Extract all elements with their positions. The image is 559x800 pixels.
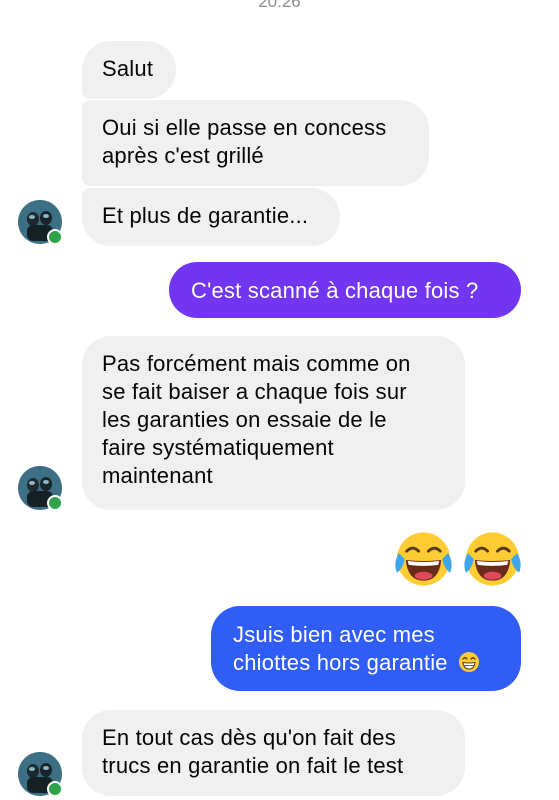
incoming-message-bubble[interactable]: Salut bbox=[82, 41, 176, 99]
contact-avatar[interactable] bbox=[18, 752, 63, 797]
online-presence-dot bbox=[47, 229, 63, 245]
incoming-message-bubble[interactable]: Et plus de garantie... bbox=[82, 188, 340, 246]
online-presence-dot bbox=[47, 781, 63, 797]
incoming-message-bubble[interactable]: Pas forcément mais comme on se fait bais… bbox=[82, 336, 465, 510]
message-text: C'est scanné à chaque fois ? bbox=[191, 278, 479, 303]
outgoing-message-bubble[interactable]: Jsuis bien avec mes chiottes hors garant… bbox=[211, 606, 521, 691]
contact-avatar[interactable] bbox=[18, 200, 63, 245]
face-with-tears-of-joy-icon bbox=[395, 532, 452, 586]
chat-screen: 20:26 Salut Oui si elle passe en concess… bbox=[0, 0, 559, 800]
incoming-message-bubble[interactable]: Oui si elle passe en concess après c'est… bbox=[82, 100, 429, 186]
outgoing-emoji-message[interactable] bbox=[393, 529, 523, 589]
face-with-tears-of-joy-icon bbox=[464, 532, 521, 586]
message-timestamp: 20:26 bbox=[258, 0, 301, 11]
message-text: Et plus de garantie... bbox=[102, 203, 309, 228]
incoming-message-bubble[interactable]: En tout cas dès qu'on fait des trucs en … bbox=[82, 710, 465, 796]
message-text: En tout cas dès qu'on fait des trucs en … bbox=[102, 725, 404, 778]
grinning-face-icon bbox=[459, 652, 480, 672]
message-text: Oui si elle passe en concess après c'est… bbox=[102, 115, 387, 168]
contact-avatar[interactable] bbox=[18, 466, 63, 511]
outgoing-message-bubble[interactable]: C'est scanné à chaque fois ? bbox=[169, 262, 521, 318]
message-text: Pas forcément mais comme on se fait bais… bbox=[102, 351, 411, 488]
message-text: Salut bbox=[102, 56, 154, 81]
online-presence-dot bbox=[47, 495, 63, 511]
message-text: Jsuis bien avec mes chiottes hors garant… bbox=[233, 622, 448, 675]
